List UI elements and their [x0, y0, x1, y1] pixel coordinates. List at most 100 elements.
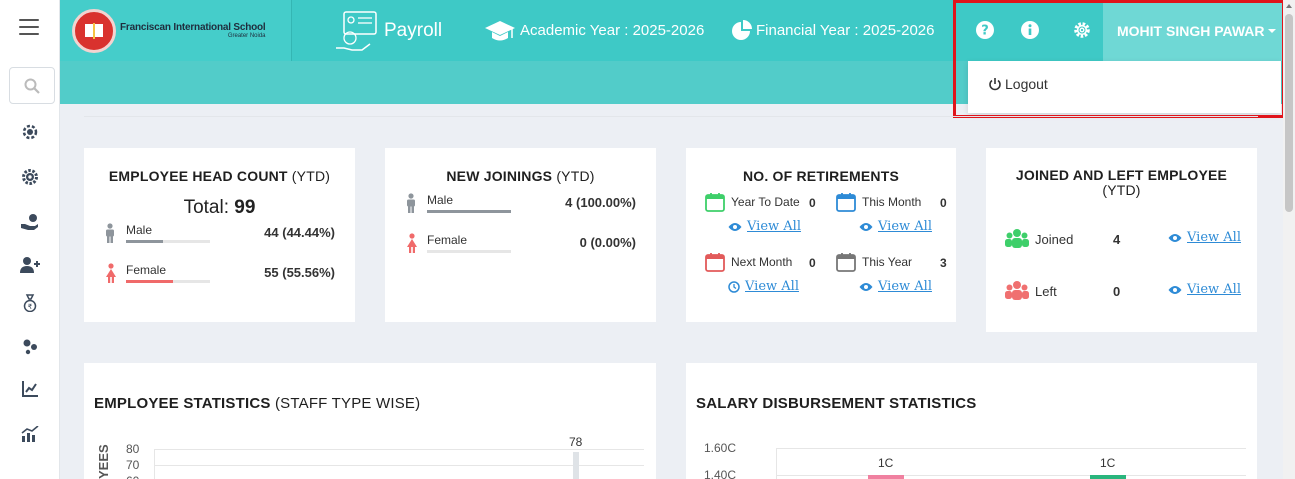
- module-title: Payroll: [332, 0, 442, 61]
- retirements-title: NO. OF RETIREMENTS: [742, 168, 900, 184]
- calendar-icon: [705, 193, 725, 212]
- female-icon: [407, 233, 417, 253]
- salary-statistics-card: SALARY DISBURSEMENT STATISTICS 1.60C 1.4…: [686, 363, 1257, 479]
- dashboard-icon[interactable]: [19, 121, 41, 143]
- user-menu-button[interactable]: MOHIT SINGH PAWAR: [1103, 0, 1283, 61]
- grid-line: [776, 448, 1246, 449]
- head-count-female-row: Female: [104, 263, 210, 283]
- female-progress-bar: [427, 250, 511, 253]
- retirement-next-month-value: 0: [809, 256, 816, 270]
- y-tick-label: 60: [126, 474, 139, 479]
- y-tick-label: 70: [126, 458, 140, 472]
- add-employee-icon[interactable]: [19, 254, 41, 276]
- menu-icon[interactable]: [19, 19, 39, 35]
- school-logo-block[interactable]: Franciscan International School Greater …: [60, 0, 292, 61]
- retirement-this-month-view-all-link[interactable]: View All: [859, 219, 932, 234]
- settings-button[interactable]: [1071, 19, 1093, 41]
- module-label: Payroll: [384, 19, 443, 41]
- head-count-total-value: 99: [234, 197, 256, 218]
- new-joinings-title: NEW JOININGS (YTD): [446, 168, 595, 184]
- users-group-icon: [1005, 229, 1029, 248]
- new-joinings-male-row: Male: [405, 193, 511, 213]
- financial-year-label: Financial Year : 2025-2026: [756, 22, 935, 39]
- grid-line: [154, 449, 644, 450]
- calendar-icon: [836, 193, 856, 212]
- academic-year[interactable]: Academic Year : 2025-2026: [484, 0, 704, 61]
- new-joinings-male-value: 4 (100.00%): [565, 195, 636, 210]
- grid-line: [154, 465, 644, 466]
- male-icon: [407, 193, 415, 213]
- question-circle-icon: ?: [976, 21, 994, 39]
- retirement-this-month: This Month: [836, 192, 921, 212]
- new-joinings-card: NEW JOININGS (YTD) Male 4 (100.00%) Fema…: [385, 148, 656, 322]
- clock-icon: [728, 280, 740, 293]
- user-dropdown-menu: Logout: [968, 61, 1281, 113]
- retirement-next-month-view-all-link[interactable]: View All: [728, 279, 799, 294]
- scroll-up-icon[interactable]: [1286, 4, 1292, 8]
- head-count-title: EMPLOYEE HEAD COUNT (YTD): [108, 168, 331, 184]
- y-tick-label: 80: [126, 442, 140, 456]
- joined-view-all-link[interactable]: View All: [1168, 230, 1241, 245]
- female-icon: [106, 263, 116, 283]
- process-icon[interactable]: [19, 335, 41, 357]
- head-count-male-row: Male: [104, 223, 210, 243]
- left-value: 0: [1113, 284, 1121, 299]
- employee-statistics-title: EMPLOYEE STATISTICS (STAFF TYPE WISE): [94, 395, 421, 412]
- male-icon: [106, 223, 114, 243]
- retirement-next-month: Next Month: [705, 252, 792, 272]
- sidebar-search-button[interactable]: [9, 67, 55, 104]
- salary-bar: [868, 475, 904, 479]
- caret-down-icon: [1267, 28, 1276, 33]
- academic-year-label: Academic Year : 2025-2026: [520, 22, 705, 39]
- head-count-card: EMPLOYEE HEAD COUNT (YTD) Total: 99 Male…: [84, 148, 355, 322]
- school-location: Greater Noida: [227, 32, 266, 39]
- logout-label: Logout: [1005, 76, 1048, 92]
- y-axis-line: [154, 449, 155, 479]
- content-divider: [84, 116, 1258, 117]
- financial-year[interactable]: Financial Year : 2025-2026: [730, 0, 934, 61]
- retirement-this-year: This Year: [836, 252, 912, 272]
- school-logo: [72, 8, 116, 53]
- money-bag-icon[interactable]: ₹: [19, 292, 41, 314]
- analytics-icon[interactable]: [19, 423, 41, 445]
- left-row: Left: [1005, 280, 1057, 302]
- logout-menu-item[interactable]: Logout: [988, 76, 1048, 92]
- settings-icon[interactable]: [19, 166, 41, 188]
- salary-bar: [1090, 475, 1126, 479]
- head-count-male-value: 44 (44.44%): [264, 225, 335, 240]
- joined-left-title: JOINED AND LEFT EMPLOYEE (YTD): [1015, 167, 1228, 198]
- head-count-total: Total: 99: [183, 197, 256, 218]
- eye-icon: [859, 282, 873, 291]
- power-icon: [989, 78, 1001, 91]
- employee-bar: [573, 452, 579, 479]
- search-icon: [24, 78, 40, 94]
- retirement-this-year-view-all-link[interactable]: View All: [859, 279, 932, 294]
- new-joinings-female-row: Female: [405, 233, 511, 253]
- salary-icon[interactable]: [19, 211, 41, 233]
- head-count-female-value: 55 (55.56%): [264, 265, 335, 280]
- svg-text:₹: ₹: [28, 303, 33, 311]
- retirements-card: NO. OF RETIREMENTS Year To Date 0 View A…: [686, 148, 956, 322]
- help-button[interactable]: ?: [974, 19, 996, 41]
- left-view-all-link[interactable]: View All: [1168, 282, 1241, 297]
- svg-text:?: ?: [981, 24, 989, 39]
- page-scrollbar[interactable]: [1283, 0, 1295, 479]
- male-progress-bar: [126, 240, 210, 243]
- y-axis-line: [776, 448, 777, 479]
- left-sidebar: ₹: [0, 0, 60, 479]
- info-button[interactable]: [1019, 19, 1041, 41]
- retirement-this-year-value: 3: [940, 256, 947, 270]
- payroll-icon: [336, 10, 377, 51]
- scroll-thumb[interactable]: [1285, 14, 1293, 212]
- report-chart-icon[interactable]: [19, 378, 41, 400]
- male-progress-bar: [427, 210, 511, 213]
- eye-icon: [1168, 233, 1182, 242]
- joined-row: Joined: [1005, 228, 1073, 250]
- eye-icon: [1168, 285, 1182, 294]
- retirement-year-to-date-value: 0: [809, 196, 816, 210]
- employee-chart-ylabel: YEES: [96, 444, 111, 479]
- eye-icon: [859, 222, 873, 231]
- joined-left-card: JOINED AND LEFT EMPLOYEE (YTD) Joined 4 …: [986, 148, 1257, 332]
- retirement-ytd-view-all-link[interactable]: View All: [728, 219, 801, 234]
- y-tick-label: 1.60C: [704, 441, 737, 455]
